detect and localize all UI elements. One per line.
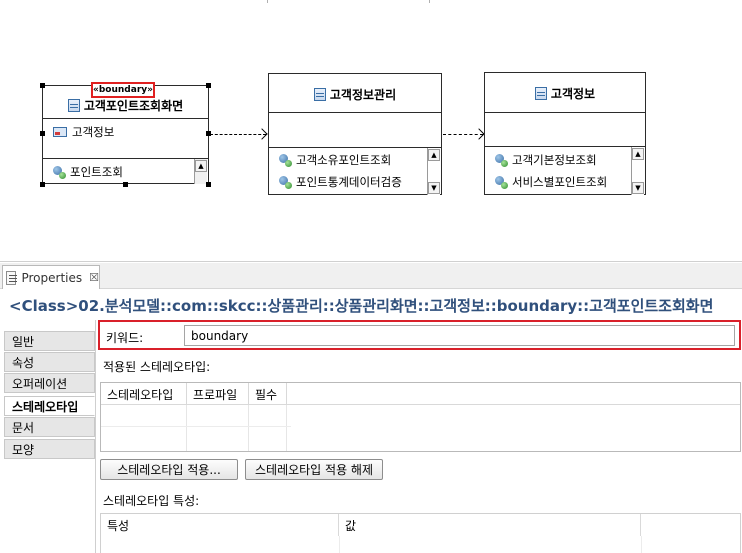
class-name-row: 고객정보관리 [269, 84, 441, 104]
column-header-value[interactable]: 값 [339, 514, 641, 536]
operation-icon [53, 165, 66, 179]
properties-icon [6, 270, 18, 285]
selection-handle[interactable] [206, 83, 211, 88]
column-divider [186, 405, 187, 451]
column-divider [641, 536, 642, 553]
apply-stereotype-button[interactable]: 스테레오타입 적용... [100, 459, 238, 480]
operation-compartment: 고객기본정보조회 서비스별포인트조회 ▲ ▼ [485, 146, 645, 195]
operation-icon [279, 175, 292, 189]
operation-item[interactable]: 고객소유포인트조회 [279, 152, 391, 168]
side-tab-stereotypes[interactable]: 스테레오타입 [4, 396, 95, 416]
class-box-customer-info[interactable]: 고객정보 고객기본정보조회 서비스별포인트조회 ▲ ▼ [484, 72, 646, 195]
operation-label: 고객소유포인트조회 [296, 153, 392, 167]
operation-item[interactable]: 서비스별포인트조회 [495, 174, 607, 190]
canvas-edge-mark [267, 0, 268, 3]
selection-handle[interactable] [123, 182, 128, 187]
class-icon [67, 98, 80, 112]
properties-tab-label: Properties [21, 270, 83, 285]
attribute-compartment [269, 112, 441, 147]
class-box-customer-point-screen[interactable]: 고객포인트조회화면 고객정보 포인트조회 ▲ [42, 85, 209, 184]
properties-view-tabbar: Properties ☒ [0, 263, 742, 289]
row-divider [101, 426, 291, 427]
selection-handle[interactable] [40, 83, 45, 88]
column-divider [286, 405, 287, 451]
table-header: 스테레오타입 프로파일 필수 [101, 383, 740, 405]
scroll-up-icon[interactable]: ▲ [632, 148, 644, 160]
stereotype-label[interactable]: «boundary» [91, 82, 155, 98]
side-tab-documentation[interactable]: 문서 [4, 417, 95, 437]
class-name: 고객포인트조회화면 [83, 98, 184, 113]
class-name-row: 고객포인트조회화면 [43, 95, 208, 115]
properties-title: <Class>02.분석모델::com::skcc::상품관리::상품관리화면:… [0, 290, 742, 320]
operation-compartment: 포인트조회 ▲ [43, 158, 208, 184]
operation-item[interactable]: 고객기본정보조회 [495, 152, 597, 168]
class-icon [313, 87, 326, 101]
stereotype-tab-content: 키워드: 적용된 스테레오타입: 스테레오타입 프로파일 필수 스테레오타입 적… [96, 320, 742, 553]
arrowhead-icon [256, 128, 268, 140]
class-name-row: 고객정보 [485, 83, 645, 103]
operation-scrollbar[interactable]: ▲ ▼ [631, 147, 644, 195]
operation-scrollbar[interactable]: ▲ ▼ [427, 148, 440, 195]
class-box-customer-info-management[interactable]: 고객정보관리 고객소유포인트조회 포인트통계데이터검증 ▲ ▼ [268, 73, 442, 195]
column-header-profile[interactable]: 프로파일 [187, 383, 249, 405]
column-header-required[interactable]: 필수 [249, 383, 287, 405]
attribute-compartment [485, 112, 645, 146]
close-icon[interactable]: ☒ [89, 271, 99, 284]
arrowhead-icon [473, 128, 485, 140]
operation-icon [495, 175, 508, 189]
column-header-stereotype[interactable]: 스테레오타입 [101, 383, 187, 405]
operation-label: 포인트통계데이터검증 [296, 175, 402, 189]
class-icon [534, 86, 547, 100]
attribute-label: 고객정보 [72, 125, 115, 139]
selection-handle[interactable] [206, 182, 211, 187]
side-tab-appearance[interactable]: 모양 [4, 439, 95, 459]
class-name: 고객정보 [550, 86, 596, 101]
keyword-input[interactable] [184, 325, 735, 346]
class-diagram-canvas[interactable]: 고객포인트조회화면 고객정보 포인트조회 ▲ «boundary» 고객정보관리… [0, 0, 742, 262]
scroll-up-icon[interactable]: ▲ [195, 160, 207, 172]
stereotype-attributes-table[interactable]: 특성 값 [100, 513, 741, 553]
scroll-down-icon[interactable]: ▼ [428, 182, 440, 194]
operation-icon [279, 153, 292, 167]
operation-item[interactable]: 포인트통계데이터검증 [279, 174, 402, 190]
stereotype-attributes-label: 스테레오타입 특성: [103, 494, 200, 508]
operation-label: 서비스별포인트조회 [512, 175, 608, 189]
operation-scrollbar[interactable]: ▲ [194, 159, 207, 184]
selection-handle[interactable] [40, 131, 45, 136]
selection-handle[interactable] [40, 182, 45, 187]
side-tab-attributes[interactable]: 속성 [4, 352, 95, 372]
applied-stereotypes-label: 적용된 스테레오타입: [103, 360, 211, 374]
keyword-label: 키워드: [106, 331, 144, 345]
operation-label: 고객기본정보조회 [512, 153, 597, 167]
attribute-icon [53, 127, 67, 137]
operation-icon [495, 153, 508, 167]
canvas-edge-mark [429, 0, 430, 3]
operation-compartment: 고객소유포인트조회 포인트통계데이터검증 ▲ ▼ [269, 147, 441, 195]
attribute-compartment: 고객정보 [43, 118, 208, 158]
class-name: 고객정보관리 [329, 87, 397, 102]
remove-stereotype-button[interactable]: 스테레오타입 적용 해제 [245, 459, 383, 480]
properties-tab[interactable]: Properties ☒ [2, 265, 100, 289]
scroll-up-icon[interactable]: ▲ [428, 149, 440, 161]
side-tab-operations[interactable]: 오퍼레이션 [4, 373, 95, 393]
properties-side-tabs: 일반 속성 오퍼레이션 스테레오타입 문서 모양 [0, 320, 96, 553]
column-divider [339, 536, 340, 553]
attribute-item[interactable]: 고객정보 [53, 124, 114, 140]
column-header-attribute[interactable]: 특성 [101, 514, 339, 536]
operation-label: 포인트조회 [70, 165, 123, 179]
side-tab-general[interactable]: 일반 [4, 331, 95, 351]
applied-stereotypes-table[interactable]: 스테레오타입 프로파일 필수 [100, 382, 741, 452]
keyword-highlight-box: 키워드: [98, 320, 741, 350]
operation-item[interactable]: 포인트조회 [53, 164, 123, 180]
column-divider [248, 405, 249, 451]
scroll-down-icon[interactable]: ▼ [632, 182, 644, 194]
